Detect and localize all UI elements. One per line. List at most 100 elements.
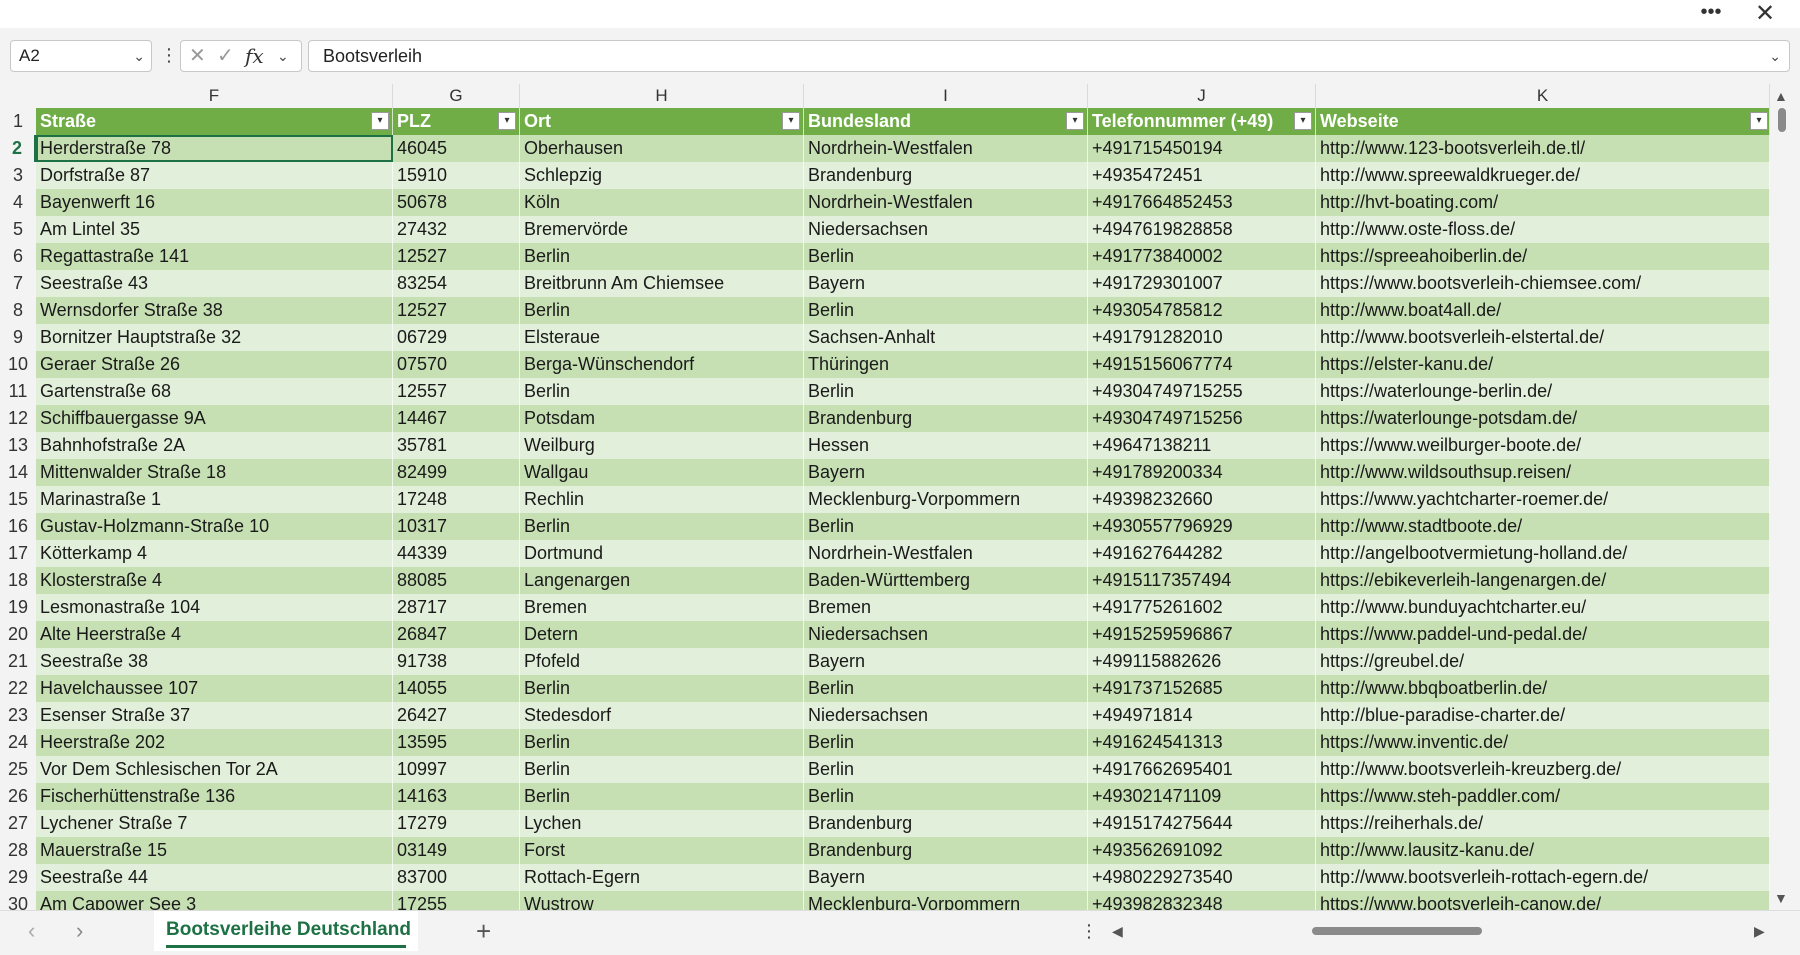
cell-strasse[interactable]: Lesmonastraße 104 xyxy=(36,594,393,621)
row-header[interactable]: 14 xyxy=(0,459,36,486)
vertical-scroll-thumb[interactable] xyxy=(1778,108,1786,132)
cell-bundesland[interactable]: Niedersachsen xyxy=(804,621,1088,648)
cell-bundesland[interactable]: Brandenburg xyxy=(804,810,1088,837)
function-chevron-icon[interactable]: ⌄ xyxy=(277,41,289,71)
cell-plz[interactable]: 44339 xyxy=(393,540,520,567)
cell-telefonnummer[interactable]: +491729301007 xyxy=(1088,270,1316,297)
cell-plz[interactable]: 27432 xyxy=(393,216,520,243)
cell-ort[interactable]: Forst xyxy=(520,837,804,864)
row-header[interactable]: 11 xyxy=(0,378,36,405)
cell-plz[interactable]: 10997 xyxy=(393,756,520,783)
cell-webseite[interactable]: http://www.bootsverleih-rottach-egern.de… xyxy=(1316,864,1770,891)
cell-plz[interactable]: 50678 xyxy=(393,189,520,216)
cell-telefonnummer[interactable]: +491789200334 xyxy=(1088,459,1316,486)
column-header-k[interactable]: K xyxy=(1316,84,1770,108)
cell-strasse[interactable]: Geraer Straße 26 xyxy=(36,351,393,378)
cell-plz[interactable]: 17279 xyxy=(393,810,520,837)
cell-strasse[interactable]: Bornitzer Hauptstraße 32 xyxy=(36,324,393,351)
row-header[interactable]: 9 xyxy=(0,324,36,351)
cell-strasse[interactable]: Lychener Straße 7 xyxy=(36,810,393,837)
cell-ort[interactable]: Rechlin xyxy=(520,486,804,513)
cell-ort[interactable]: Pfofeld xyxy=(520,648,804,675)
cell-webseite[interactable]: http://www.lausitz-kanu.de/ xyxy=(1316,837,1770,864)
cell-telefonnummer[interactable]: +49647138211 xyxy=(1088,432,1316,459)
cell-ort[interactable]: Oberhausen xyxy=(520,135,804,162)
header-cell-telefonnummer[interactable]: Telefonnummer (+49) xyxy=(1088,108,1316,135)
cell-ort[interactable]: Breitbrunn Am Chiemsee xyxy=(520,270,804,297)
cell-plz[interactable]: 83700 xyxy=(393,864,520,891)
cell-webseite[interactable]: https://www.weilburger-boote.de/ xyxy=(1316,432,1770,459)
cell-strasse[interactable]: Gustav-Holzmann-Straße 10 xyxy=(36,513,393,540)
cell-webseite[interactable]: https://spreeahoiberlin.de/ xyxy=(1316,243,1770,270)
row-header[interactable]: 25 xyxy=(0,756,36,783)
cell-bundesland[interactable]: Sachsen-Anhalt xyxy=(804,324,1088,351)
cell-strasse[interactable]: Am Lintel 35 xyxy=(36,216,393,243)
horizontal-scroll-thumb[interactable] xyxy=(1312,927,1482,935)
cell-webseite[interactable]: http://www.boat4all.de/ xyxy=(1316,297,1770,324)
cell-ort[interactable]: Berlin xyxy=(520,297,804,324)
cell-bundesland[interactable]: Berlin xyxy=(804,675,1088,702)
cell-strasse[interactable]: Esenser Straße 37 xyxy=(36,702,393,729)
cell-strasse[interactable]: Seestraße 44 xyxy=(36,864,393,891)
cell-webseite[interactable]: http://www.oste-floss.de/ xyxy=(1316,216,1770,243)
row-header[interactable]: 29 xyxy=(0,864,36,891)
cell-bundesland[interactable]: Niedersachsen xyxy=(804,702,1088,729)
cell-bundesland[interactable]: Mecklenburg-Vorpommern xyxy=(804,891,1088,910)
cell-plz[interactable]: 26427 xyxy=(393,702,520,729)
cell-bundesland[interactable]: Bayern xyxy=(804,270,1088,297)
row-header[interactable]: 21 xyxy=(0,648,36,675)
scroll-right-icon[interactable]: ▶ xyxy=(1754,911,1765,951)
cell-webseite[interactable]: https://www.bootsverleih-chiemsee.com/ xyxy=(1316,270,1770,297)
cell-bundesland[interactable]: Baden-Württemberg xyxy=(804,567,1088,594)
cell-strasse[interactable]: Klosterstraße 4 xyxy=(36,567,393,594)
row-header[interactable]: 24 xyxy=(0,729,36,756)
cell-telefonnummer[interactable]: +4930557796929 xyxy=(1088,513,1316,540)
cell-telefonnummer[interactable]: +4915259596867 xyxy=(1088,621,1316,648)
cell-ort[interactable]: Berga-Wünschendorf xyxy=(520,351,804,378)
cell-bundesland[interactable]: Berlin xyxy=(804,729,1088,756)
filter-dropdown-icon[interactable]: ▾ xyxy=(1750,112,1768,130)
cell-ort[interactable]: Wustrow xyxy=(520,891,804,910)
cell-webseite[interactable]: http://angelbootvermietung-holland.de/ xyxy=(1316,540,1770,567)
row-header[interactable]: 26 xyxy=(0,783,36,810)
cell-bundesland[interactable]: Bayern xyxy=(804,864,1088,891)
cell-telefonnummer[interactable]: +4980229273540 xyxy=(1088,864,1316,891)
cell-webseite[interactable]: https://greubel.de/ xyxy=(1316,648,1770,675)
cell-telefonnummer[interactable]: +4915174275644 xyxy=(1088,810,1316,837)
cell-telefonnummer[interactable]: +491737152685 xyxy=(1088,675,1316,702)
filter-dropdown-icon[interactable]: ▾ xyxy=(1066,112,1084,130)
cell-webseite[interactable]: https://waterlounge-berlin.de/ xyxy=(1316,378,1770,405)
cell-ort[interactable]: Berlin xyxy=(520,756,804,783)
cell-telefonnummer[interactable]: +4917664852453 xyxy=(1088,189,1316,216)
cell-strasse[interactable]: Wernsdorfer Straße 38 xyxy=(36,297,393,324)
cell-ort[interactable]: Lychen xyxy=(520,810,804,837)
cell-plz[interactable]: 17248 xyxy=(393,486,520,513)
formula-input[interactable]: Bootsverleih ⌄ xyxy=(308,40,1790,72)
cell-strasse[interactable]: Fischerhüttenstraße 136 xyxy=(36,783,393,810)
cell-telefonnummer[interactable]: +493562691092 xyxy=(1088,837,1316,864)
cell-bundesland[interactable]: Nordrhein-Westfalen xyxy=(804,540,1088,567)
row-header[interactable]: 10 xyxy=(0,351,36,378)
column-header-i[interactable]: I xyxy=(804,84,1088,108)
cell-ort[interactable]: Detern xyxy=(520,621,804,648)
cell-plz[interactable]: 07570 xyxy=(393,351,520,378)
cell-bundesland[interactable]: Berlin xyxy=(804,243,1088,270)
cell-bundesland[interactable]: Niedersachsen xyxy=(804,216,1088,243)
cell-ort[interactable]: Stedesdorf xyxy=(520,702,804,729)
cell-webseite[interactable]: https://elster-kanu.de/ xyxy=(1316,351,1770,378)
enter-icon[interactable]: ✓ xyxy=(217,41,234,71)
cell-webseite[interactable]: http://www.stadtboote.de/ xyxy=(1316,513,1770,540)
header-cell-bundesland[interactable]: Bundesland xyxy=(804,108,1088,135)
cell-ort[interactable]: Bremervörde xyxy=(520,216,804,243)
cell-ort[interactable]: Schlepzig xyxy=(520,162,804,189)
chevron-down-icon[interactable]: ⌄ xyxy=(133,41,145,71)
close-icon[interactable]: ✕ xyxy=(1750,0,1780,28)
row-header[interactable]: 27 xyxy=(0,810,36,837)
cell-ort[interactable]: Potsdam xyxy=(520,405,804,432)
scroll-down-icon[interactable]: ▼ xyxy=(1774,890,1788,906)
cell-strasse[interactable]: Heerstraße 202 xyxy=(36,729,393,756)
row-header[interactable]: 5 xyxy=(0,216,36,243)
cell-plz[interactable]: 12527 xyxy=(393,297,520,324)
cell-bundesland[interactable]: Hessen xyxy=(804,432,1088,459)
cell-ort[interactable]: Berlin xyxy=(520,729,804,756)
